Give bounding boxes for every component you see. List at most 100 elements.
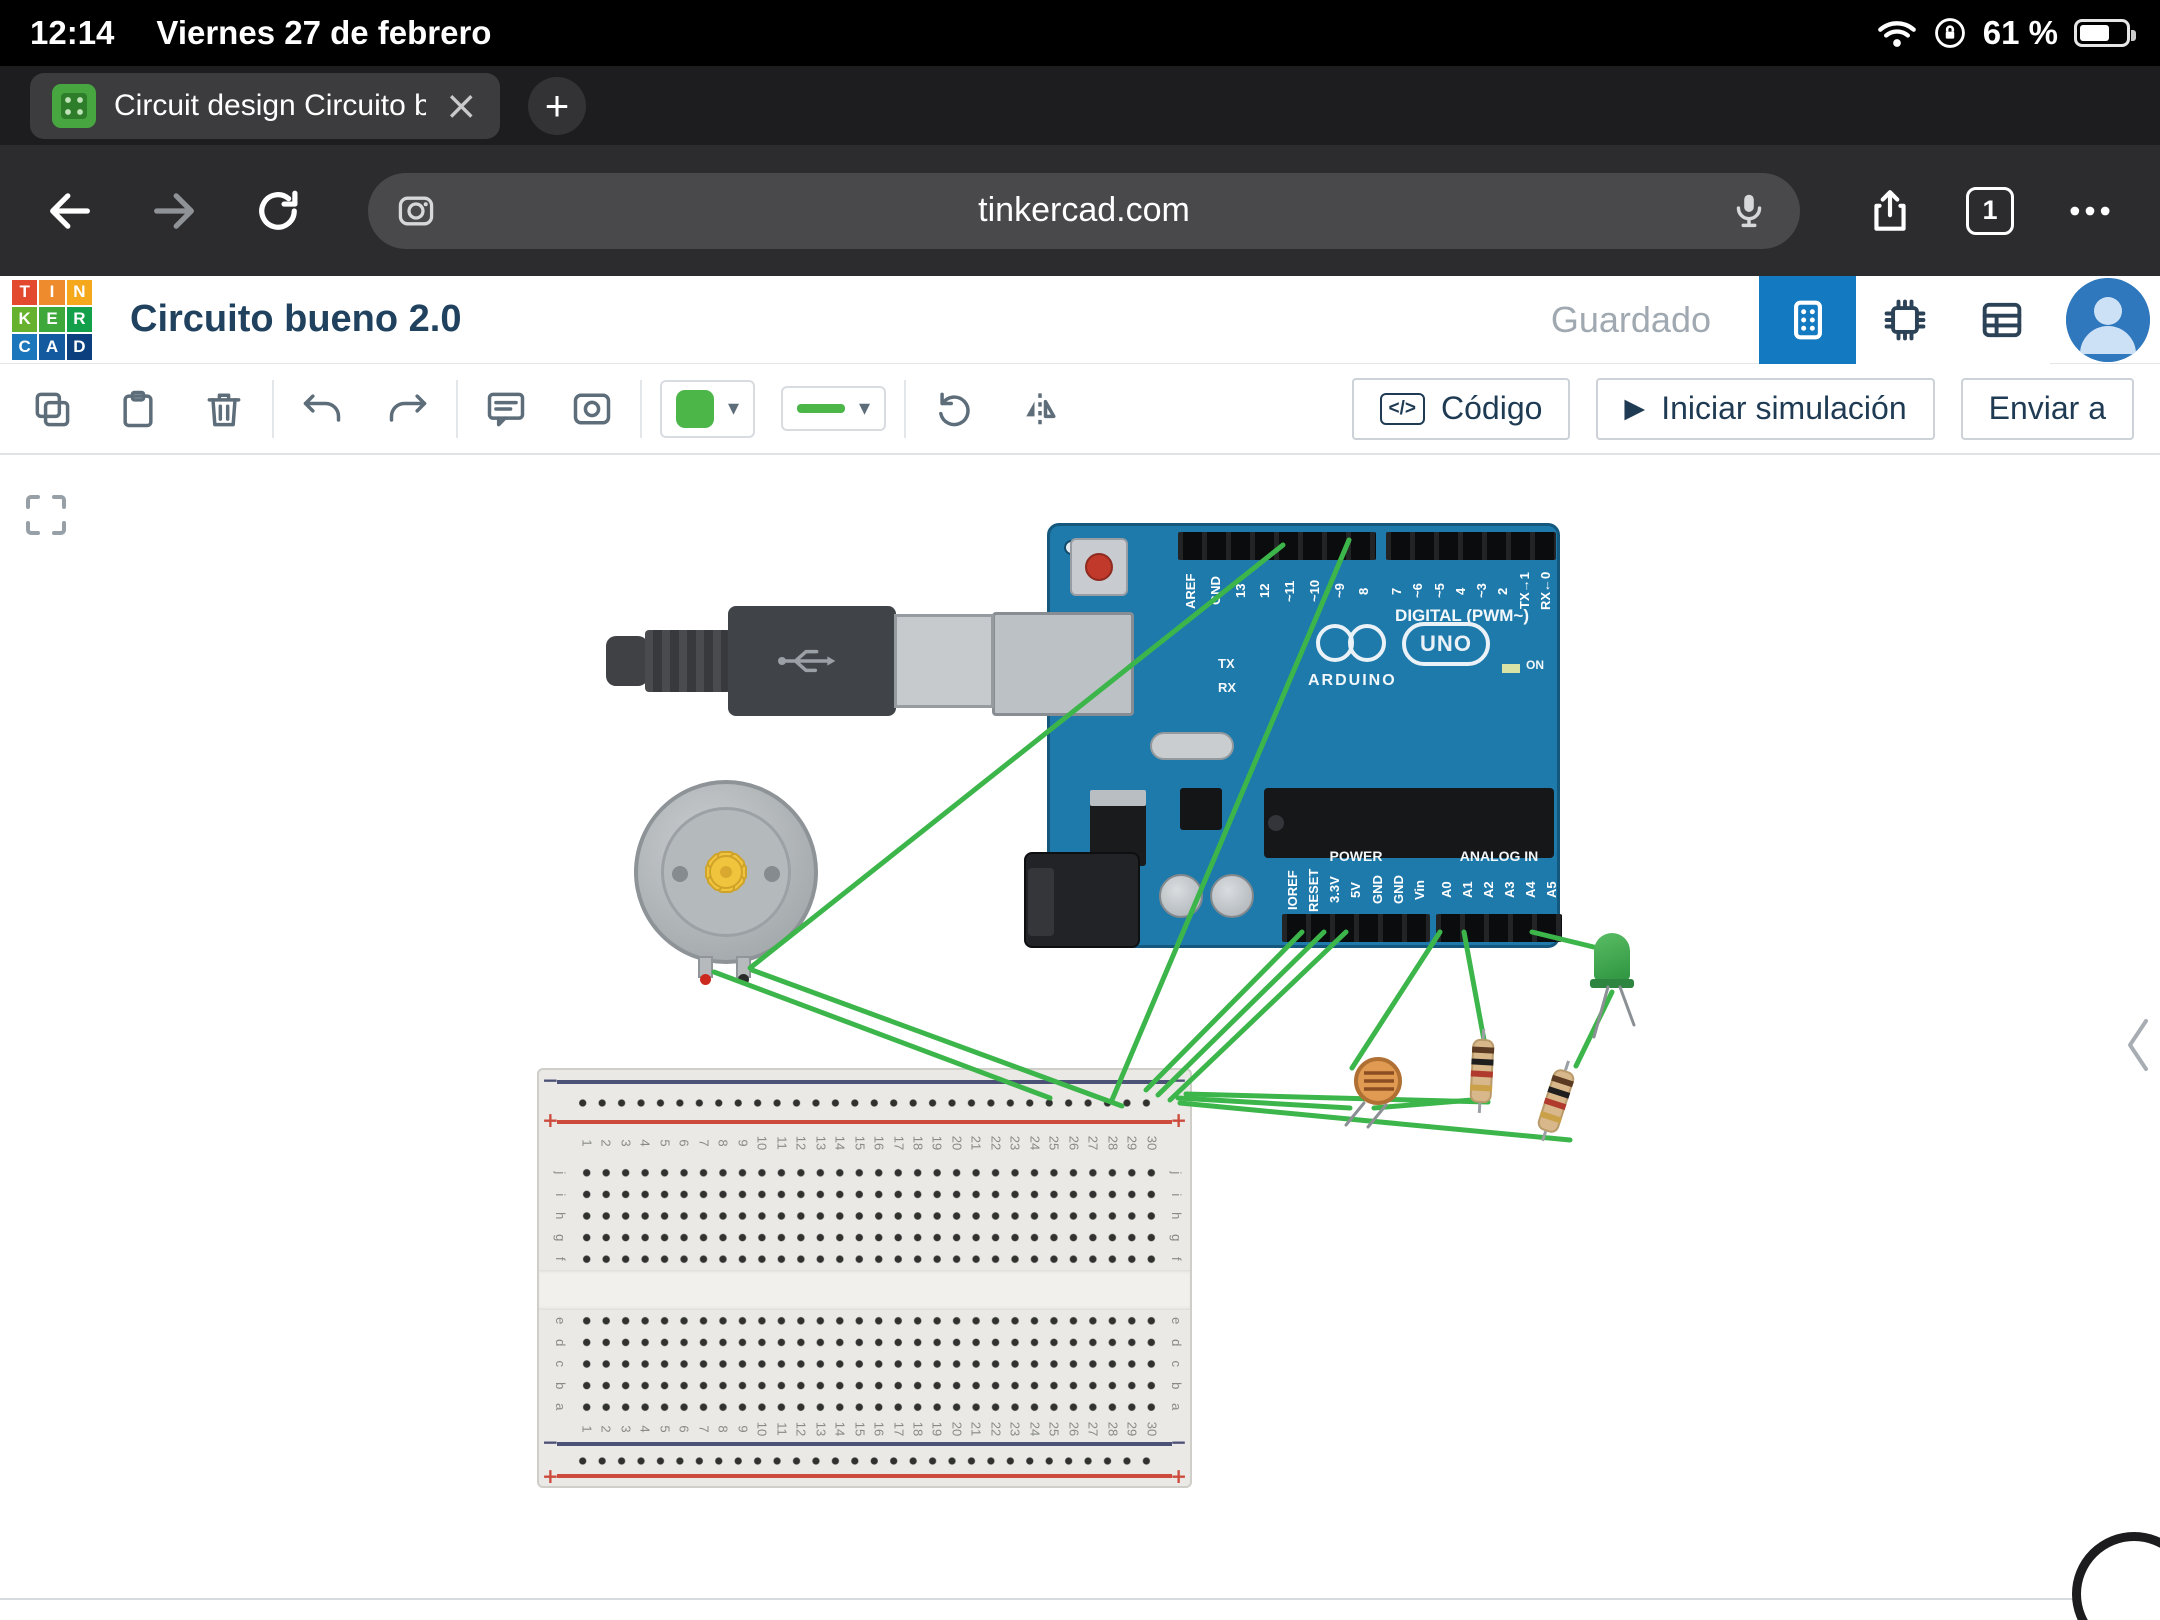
schematic-view-button[interactable] [1856, 276, 1953, 364]
pin-label: 3.3V [1324, 868, 1345, 912]
paste-button[interactable] [108, 379, 168, 439]
reset-button[interactable] [1070, 538, 1128, 596]
plus-sign: + [1170, 1108, 1187, 1132]
tab-title: Circuit design Circuito b [114, 89, 426, 123]
ldr-track [1360, 1065, 1398, 1099]
circuit-canvas[interactable]: − − + + 12345678910111213141516171819202… [0, 455, 2160, 1620]
wire[interactable] [1464, 932, 1484, 1040]
rail-negative-line [557, 1080, 1172, 1084]
send-button-label: Enviar a [1989, 390, 2106, 427]
new-tab-button[interactable]: + [528, 77, 586, 135]
mic-icon[interactable] [1726, 188, 1772, 243]
digital-pin-labels: AREFGND1312~11~10~98 [1178, 562, 1376, 620]
rail-holes[interactable] [573, 1450, 1156, 1472]
code-button-label: Código [1441, 390, 1542, 427]
breadboard-view-button[interactable] [1759, 276, 1856, 364]
wire[interactable] [1146, 932, 1302, 1090]
annotation-button[interactable] [476, 379, 536, 439]
color-swatch [676, 390, 714, 428]
close-tab-icon[interactable]: × [444, 86, 478, 126]
usb-socket [992, 612, 1134, 716]
pin-label: GND [1388, 868, 1409, 912]
user-avatar[interactable] [2066, 278, 2150, 362]
zoom-to-fit-button[interactable] [22, 491, 70, 539]
row-letter: e [1165, 1310, 1187, 1332]
arduino-uno-board[interactable]: AREFGND1312~11~10~98 7~6~54~32TX→1RX←0 D… [1047, 523, 1560, 948]
analog-header[interactable] [1436, 914, 1562, 942]
row-letter: i [1165, 1183, 1187, 1205]
overflow-menu-icon[interactable] [2062, 183, 2118, 239]
digital-header-right[interactable] [1386, 532, 1556, 560]
minus-sign: − [1170, 1430, 1187, 1454]
terminal-holes-bottom[interactable] [577, 1310, 1161, 1418]
share-icon[interactable] [1862, 183, 1918, 239]
pin-label: ~9 [1327, 562, 1352, 620]
logo-tile: C [12, 334, 37, 359]
pin-label: GND [1367, 868, 1388, 912]
browser-tab[interactable]: Circuit design Circuito b × [30, 73, 500, 139]
crystal-oscillator [1150, 732, 1234, 760]
logo-tile: E [39, 307, 64, 332]
row-letters: edcba [549, 1310, 571, 1418]
pin-label: 5V [1345, 868, 1366, 912]
row-letter: b [1165, 1375, 1187, 1397]
forward-button[interactable] [146, 183, 202, 239]
negative-terminal-marker [738, 974, 749, 985]
row-letter: c [1165, 1353, 1187, 1375]
copy-button[interactable] [22, 379, 82, 439]
pin-label: A5 [1541, 868, 1562, 912]
resistor[interactable] [1532, 1057, 1581, 1144]
photoresistor[interactable] [1302, 1055, 1412, 1130]
color-dropdown[interactable]: ▾ [660, 380, 755, 438]
back-button[interactable] [42, 183, 98, 239]
brand-silkscreen: ARDUINO [1308, 672, 1397, 690]
status-date: Viernes 27 de febrero [156, 14, 491, 52]
delete-button[interactable] [194, 379, 254, 439]
digital-header-left[interactable] [1178, 532, 1376, 560]
row-letter: j [1165, 1162, 1187, 1184]
start-simulation-button[interactable]: ▶ Iniciar simulación [1596, 378, 1934, 440]
tinkercad-logo[interactable]: TINKERCAD [10, 278, 94, 362]
send-to-button[interactable]: Enviar a [1961, 378, 2134, 440]
wire[interactable] [1352, 932, 1440, 1068]
undo-button[interactable] [292, 379, 352, 439]
power-header[interactable] [1282, 914, 1430, 942]
row-letter: c [549, 1353, 571, 1375]
row-letter: j [549, 1162, 571, 1184]
code-button[interactable]: </> Código [1352, 378, 1571, 440]
pin-label: A0 [1436, 868, 1457, 912]
column-number: 30 [1136, 1133, 1166, 1152]
rail-positive-line [557, 1474, 1172, 1478]
panel-collapse-chevron[interactable] [2120, 1015, 2154, 1075]
redo-button[interactable] [378, 379, 438, 439]
motor-gear [692, 838, 760, 906]
flip-button[interactable] [1010, 379, 1070, 439]
breadboard[interactable]: − − + + 12345678910111213141516171819202… [537, 1068, 1192, 1488]
wire-type-dropdown[interactable]: ▾ [781, 386, 886, 431]
component-list-button[interactable] [1953, 276, 2050, 364]
reload-button[interactable] [250, 183, 306, 239]
address-bar[interactable]: tinkercad.com [368, 173, 1800, 249]
column-numbers: 1234567891011121314151617181920212223242… [577, 1128, 1161, 1158]
design-title[interactable]: Circuito bueno 2.0 [130, 298, 461, 341]
row-letter: d [1165, 1331, 1187, 1353]
ldr-legs [1302, 1095, 1412, 1130]
usb-cable-plug[interactable] [728, 606, 896, 716]
rail-holes[interactable] [573, 1092, 1156, 1114]
pin-label: 13 [1228, 562, 1253, 620]
resistor[interactable] [1468, 1028, 1496, 1113]
component-inspector-button[interactable] [562, 379, 622, 439]
row-letter: a [549, 1396, 571, 1418]
dc-motor[interactable] [634, 780, 826, 990]
pin-label: A3 [1499, 868, 1520, 912]
lens-camera-icon[interactable] [394, 189, 438, 242]
browser-tab-strip: Circuit design Circuito b × + [0, 66, 2160, 145]
motor-screw [672, 866, 688, 882]
center-channel [539, 1270, 1190, 1310]
terminal-holes-top[interactable] [577, 1162, 1161, 1270]
play-icon: ▶ [1624, 393, 1645, 424]
rotate-button[interactable] [924, 379, 984, 439]
green-led[interactable] [1578, 933, 1648, 1043]
pin-label: ~11 [1277, 562, 1302, 620]
tab-switcher-button[interactable]: 1 [1966, 187, 2014, 235]
